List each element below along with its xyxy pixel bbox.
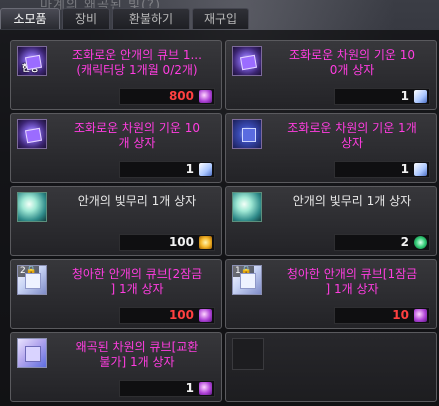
dice-icon — [414, 309, 427, 322]
price-value: 100 — [168, 308, 194, 322]
tab-consumables[interactable]: 소모품 — [0, 8, 60, 29]
warp-cube-icon — [17, 338, 47, 368]
cube-currency-icon — [414, 163, 427, 176]
dice-icon — [199, 90, 212, 103]
item-name: 청아한 안개의 큐브[1잠금 ] 1개 상자 — [286, 267, 418, 296]
light-orb-icon — [17, 192, 47, 222]
item-price: 100 — [119, 234, 215, 251]
item-name: 안개의 빛무리 1개 상자 — [292, 194, 412, 208]
price-value: 800 — [168, 89, 194, 103]
shop-item-card[interactable]: 왜곡된 차원의 큐브[교환 불가] 1개 상자 1 — [10, 332, 222, 402]
item-price: 100 — [119, 307, 215, 324]
limited-badge: 한정 — [22, 64, 39, 74]
tab-rebuy[interactable]: 재구입 — [192, 8, 249, 29]
lock-count-badge: 2🔒 — [18, 266, 39, 277]
shop-item-card[interactable]: 안개의 빛무리 1개 상자 100 — [10, 186, 222, 256]
tab-equipment[interactable]: 장비 — [62, 8, 110, 29]
dust-icon — [199, 236, 212, 249]
item-price: 800 — [119, 88, 215, 105]
shop-item-card[interactable]: 조화로운 차원의 기운 10 개 상자 1 — [10, 113, 222, 183]
purple-box-icon — [17, 119, 47, 149]
item-name: 안개의 빛무리 1개 상자 — [77, 194, 197, 208]
dice-icon — [199, 309, 212, 322]
shop-item-card[interactable]: 조화로운 차원의 기운 1개 상자 1 — [225, 113, 437, 183]
shop-tabs: 소모품 장비 환불하기 재구입 — [0, 8, 249, 30]
shop-item-card[interactable]: 1🔒 청아한 안개의 큐브[1잠금 ] 1개 상자 10 — [225, 259, 437, 329]
dice-icon — [199, 382, 212, 395]
item-name: 조화로운 안개의 큐브 1... (캐릭터당 1개월 0/2개) — [72, 48, 202, 77]
item-price: 10 — [334, 307, 430, 324]
shop-item-card[interactable]: 조화로운 차원의 기운 10 0개 상자 1 — [225, 40, 437, 110]
gem-icon — [414, 236, 427, 249]
item-name: 청아한 안개의 큐브[2잠금 ] 1개 상자 — [71, 267, 203, 296]
item-name: 조화로운 차원의 기운 10 0개 상자 — [288, 48, 416, 77]
light-orb-icon — [232, 192, 262, 222]
price-value: 1 — [185, 162, 194, 176]
price-value: 1 — [400, 162, 409, 176]
price-value: 100 — [168, 235, 194, 249]
item-name: 조화로운 차원의 기운 10 개 상자 — [73, 121, 201, 150]
cube-currency-icon — [414, 90, 427, 103]
item-price: 2 — [334, 234, 430, 251]
purple-box-icon — [232, 46, 262, 76]
item-price: 1 — [334, 88, 430, 105]
lock-count-badge: 1🔒 — [233, 266, 254, 277]
item-price: 1 — [119, 161, 215, 178]
shop-item-card[interactable]: 한정 조화로운 안개의 큐브 1... (캐릭터당 1개월 0/2개) 800 — [10, 40, 222, 110]
shop-item-card[interactable]: 안개의 빛무리 1개 상자 2 — [225, 186, 437, 256]
purple-box-icon: 한정 — [17, 46, 47, 76]
item-price: 1 — [119, 380, 215, 397]
empty-icon-slot — [232, 338, 264, 370]
price-value: 10 — [392, 308, 409, 322]
cube-currency-icon — [199, 163, 212, 176]
white-cube-icon: 2🔒 — [17, 265, 47, 295]
shop-item-card[interactable]: 2🔒 청아한 안개의 큐브[2잠금 ] 1개 상자 100 — [10, 259, 222, 329]
price-value: 2 — [400, 235, 409, 249]
item-price: 1 — [334, 161, 430, 178]
tab-refund[interactable]: 환불하기 — [112, 8, 190, 29]
price-value: 1 — [400, 89, 409, 103]
shop-item-grid: 한정 조화로운 안개의 큐브 1... (캐릭터당 1개월 0/2개) 800 … — [0, 30, 439, 406]
price-value: 1 — [185, 381, 194, 395]
empty-shop-slot — [225, 332, 437, 402]
navy-box-icon — [232, 119, 262, 149]
item-name: 조화로운 차원의 기운 1개 상자 — [287, 121, 417, 150]
white-cube-icon: 1🔒 — [232, 265, 262, 295]
item-name: 왜곡된 차원의 큐브[교환 불가] 1개 상자 — [75, 340, 199, 369]
